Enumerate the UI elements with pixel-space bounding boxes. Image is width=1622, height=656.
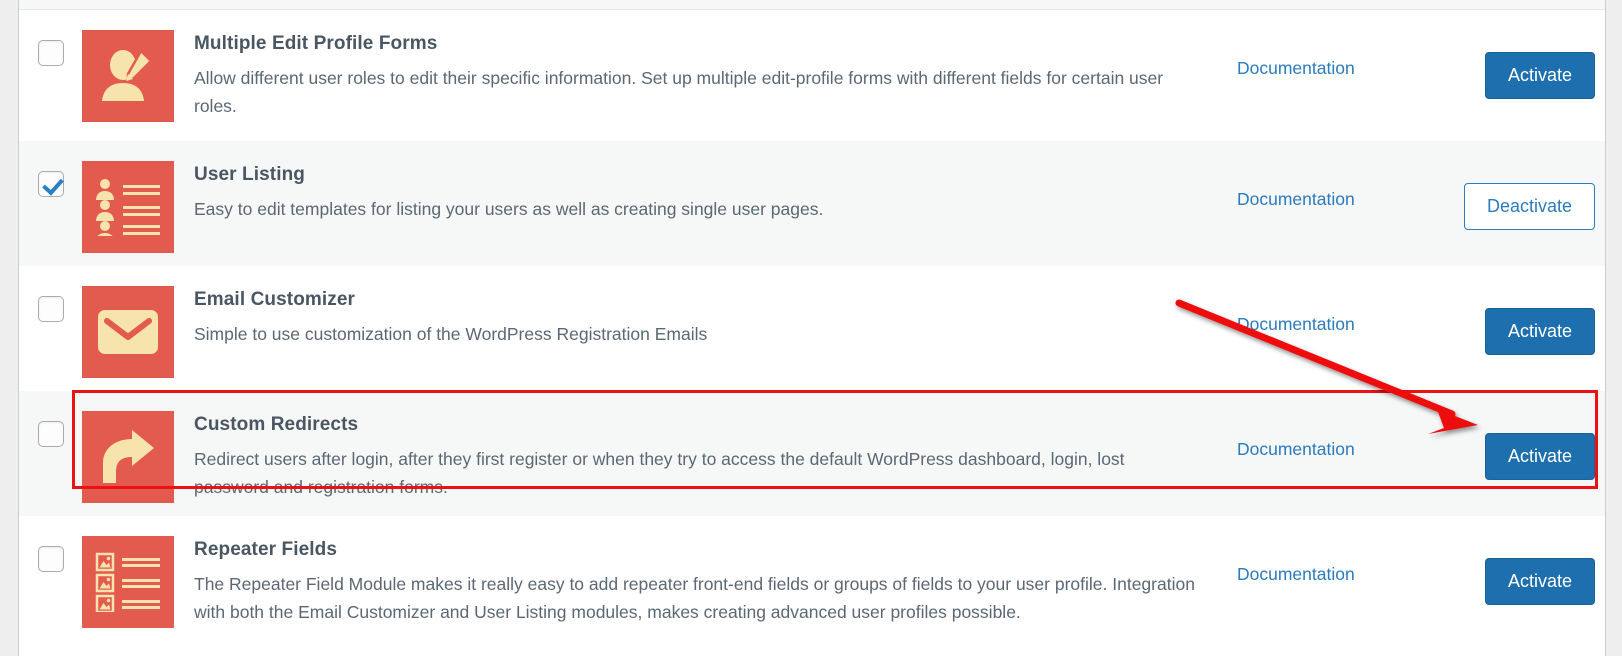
module-icon-cell [82, 28, 194, 122]
module-title: Custom Redirects [194, 414, 359, 435]
module-text-cell: Custom Redirects Redirect users after lo… [194, 409, 1237, 501]
documentation-cell: Documentation [1237, 28, 1433, 79]
row-checkbox-cell [19, 284, 82, 322]
documentation-cell: Documentation [1237, 409, 1433, 460]
module-action-cell: Deactivate [1433, 159, 1605, 230]
panel-top-strip [19, 0, 1605, 10]
table-row: Multiple Edit Profile Forms Allow differ… [19, 10, 1605, 141]
module-icon-cell [82, 534, 194, 628]
module-checkbox[interactable] [37, 421, 64, 447]
table-row: Email Customizer Simple to use customiza… [19, 266, 1605, 391]
activate-button[interactable]: Activate [1484, 558, 1595, 605]
module-checkbox[interactable] [37, 40, 64, 66]
module-description: The Repeater Field Module makes it reall… [194, 573, 1195, 623]
module-text-cell: Multiple Edit Profile Forms Allow differ… [194, 28, 1237, 120]
module-action-cell: Activate [1433, 409, 1605, 480]
module-icon-cell [82, 284, 194, 378]
documentation-cell: Documentation [1237, 534, 1433, 585]
module-description: Simple to use customization of the WordP… [194, 323, 708, 344]
activate-button[interactable]: Activate [1484, 308, 1595, 355]
documentation-link[interactable]: Documentation [1237, 564, 1355, 584]
documentation-link[interactable]: Documentation [1237, 58, 1355, 78]
module-text-cell: User Listing Easy to edit templates for … [194, 159, 1237, 223]
row-checkbox-cell [19, 28, 82, 66]
redirect-arrow-icon [82, 411, 174, 503]
repeater-fields-icon [82, 536, 174, 628]
module-action-cell: Activate [1433, 28, 1605, 99]
module-action-cell: Activate [1433, 534, 1605, 605]
activate-button[interactable]: Activate [1484, 433, 1595, 480]
module-icon-cell [82, 409, 194, 503]
row-checkbox-cell [19, 409, 82, 447]
module-title: User Listing [194, 164, 305, 185]
module-checkbox[interactable] [37, 171, 64, 197]
module-title: Repeater Fields [194, 539, 337, 560]
module-text-cell: Email Customizer Simple to use customiza… [194, 284, 1237, 348]
user-listing-icon [82, 161, 174, 253]
module-description: Easy to edit templates for listing your … [194, 198, 824, 219]
documentation-cell: Documentation [1237, 159, 1433, 210]
table-row: Repeater Fields The Repeater Field Modul… [19, 516, 1605, 656]
row-checkbox-cell [19, 534, 82, 572]
deactivate-button[interactable]: Deactivate [1463, 183, 1595, 230]
documentation-link[interactable]: Documentation [1237, 189, 1355, 209]
module-title: Multiple Edit Profile Forms [194, 33, 438, 54]
user-edit-icon [82, 30, 174, 122]
documentation-link[interactable]: Documentation [1237, 314, 1355, 334]
module-checkbox[interactable] [37, 296, 64, 322]
envelope-icon [82, 286, 174, 378]
module-text-cell: Repeater Fields The Repeater Field Modul… [194, 534, 1237, 626]
module-description: Redirect users after login, after they f… [194, 448, 1125, 498]
documentation-link[interactable]: Documentation [1237, 439, 1355, 459]
table-row: User Listing Easy to edit templates for … [19, 141, 1605, 266]
module-action-cell: Activate [1433, 284, 1605, 355]
module-description: Allow different user roles to edit their… [194, 67, 1164, 117]
module-title: Email Customizer [194, 289, 356, 310]
module-checkbox[interactable] [37, 546, 64, 572]
row-checkbox-cell [19, 159, 82, 197]
module-icon-cell [82, 159, 194, 253]
table-row: Custom Redirects Redirect users after lo… [19, 391, 1605, 516]
modules-panel: Multiple Edit Profile Forms Allow differ… [18, 0, 1606, 656]
screenshot-stage: Multiple Edit Profile Forms Allow differ… [0, 0, 1622, 656]
activate-button[interactable]: Activate [1484, 52, 1595, 99]
documentation-cell: Documentation [1237, 284, 1433, 335]
